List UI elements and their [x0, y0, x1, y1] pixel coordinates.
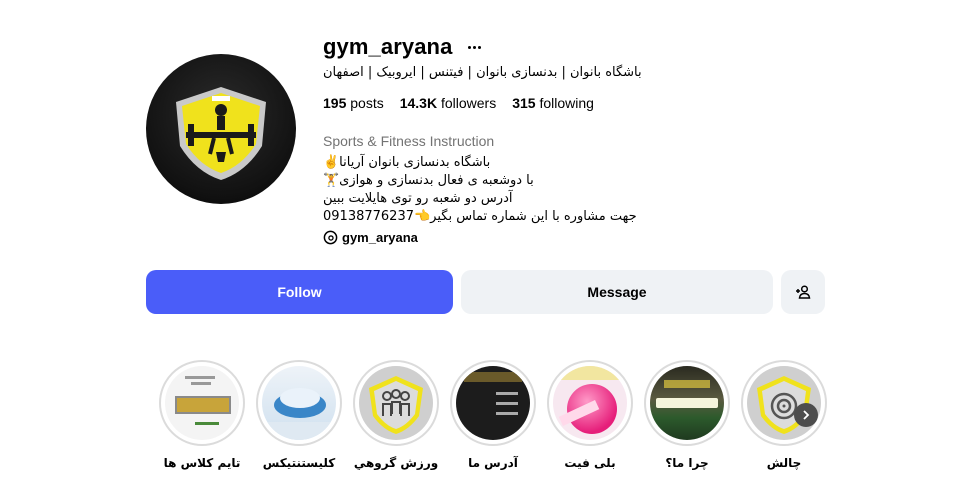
highlight-ring: [353, 360, 439, 446]
pink-kettlebell: [553, 366, 627, 440]
bio-line: جهت مشاوره با این شماره تماس بگیر👈091387…: [323, 209, 637, 224]
highlight-ring: [644, 360, 730, 446]
message-button[interactable]: Message: [461, 270, 773, 314]
posts-count: 195: [323, 95, 347, 111]
profile-bio: باشگاه بدنسازی بانوان آریانا✌️ با دوشعبه…: [323, 154, 637, 226]
schedule-photo: [165, 366, 239, 440]
following-label: following: [539, 95, 594, 111]
message-button-label: Message: [587, 284, 647, 300]
highlight-ring: [159, 360, 245, 446]
posts-stat[interactable]: 195 posts: [323, 95, 384, 111]
person-add-icon: [796, 285, 811, 299]
highlight-label: تایم کلاس ها: [163, 456, 241, 470]
posts-label: posts: [350, 95, 384, 111]
highlight-label: کلیستنتیکس: [262, 456, 336, 470]
threads-handle: gym_aryana: [342, 230, 418, 245]
follow-button-label: Follow: [277, 284, 322, 300]
equipment-photo: [262, 366, 336, 440]
aryana-logo: [176, 87, 266, 180]
username-row: gym_aryana: [323, 30, 482, 64]
gym-photo: [650, 366, 724, 440]
followers-count: 14.3K: [399, 95, 438, 111]
highlight-item[interactable]: ورزش گروهي: [351, 360, 441, 470]
following-count: 315: [512, 95, 536, 111]
suggested-users-button[interactable]: [781, 270, 825, 314]
chevron-right-icon: [803, 410, 810, 420]
bio-line: آدرس دو شعبه رو توی هایلایت ببین: [323, 191, 513, 206]
highlights-next-button[interactable]: [794, 403, 818, 427]
highlight-item[interactable]: بلی فیت: [545, 360, 635, 470]
group-workout-icon: [359, 366, 433, 440]
profile-avatar[interactable]: [146, 54, 296, 204]
profile-category: Sports & Fitness Instruction: [323, 133, 495, 149]
highlight-item[interactable]: آدرس ما: [448, 360, 538, 470]
highlight-item[interactable]: چرا ما؟: [642, 360, 732, 470]
story-highlights: چالش چرا ما؟ بلی فیت آدرس ما ورزش گروهي …: [0, 360, 979, 480]
bio-line: باشگاه بدنسازی بانوان آریانا✌️: [323, 155, 491, 170]
highlight-ring: [547, 360, 633, 446]
more-options-icon[interactable]: [466, 37, 482, 57]
highlight-label: آدرس ما: [468, 456, 518, 470]
highlight-ring: [256, 360, 342, 446]
bio-line: با دوشعبه ی فعال بدنسازی و هوازی🏋️: [323, 173, 534, 188]
highlight-item[interactable]: کلیستنتیکس: [254, 360, 344, 470]
highlight-label: چالش: [766, 456, 802, 470]
username: gym_aryana: [323, 34, 453, 59]
highlight-label: ورزش گروهي: [353, 456, 439, 470]
followers-label: followers: [440, 95, 497, 111]
map-photo: [456, 366, 530, 440]
follow-button[interactable]: Follow: [146, 270, 453, 314]
profile-full-name: باشگاه بانوان | بدنسازی بانوان | فیتنس |…: [323, 65, 642, 80]
highlight-ring: [741, 360, 827, 446]
highlight-label: چرا ما؟: [665, 456, 709, 470]
highlight-item[interactable]: تایم کلاس ها: [157, 360, 247, 470]
highlight-label: بلی فیت: [564, 456, 616, 470]
followers-stat[interactable]: 14.3K followers: [400, 95, 497, 111]
threads-link[interactable]: gym_aryana: [323, 230, 418, 245]
highlight-ring: [450, 360, 536, 446]
following-stat[interactable]: 315 following: [512, 95, 594, 111]
threads-icon: [323, 230, 338, 245]
profile-stats: 195 posts 14.3K followers 315 following: [323, 95, 594, 111]
